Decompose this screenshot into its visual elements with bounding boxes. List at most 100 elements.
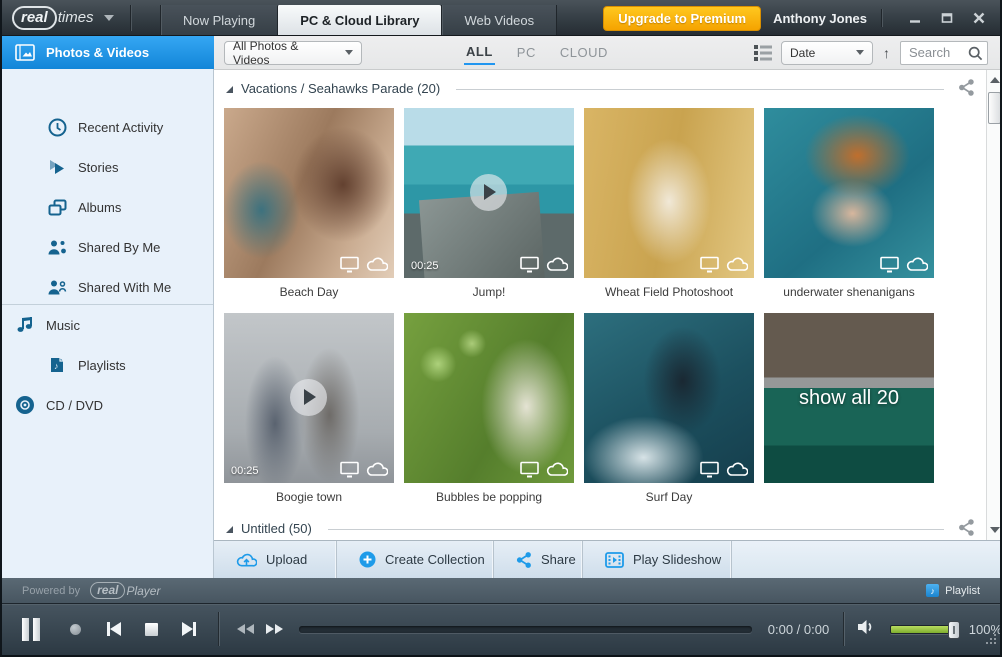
media-tile-jump[interactable]: 00:25 Jump! (404, 108, 574, 305)
collapse-section-icon[interactable] (226, 86, 233, 93)
stop-button[interactable] (145, 623, 158, 636)
video-thumbnail[interactable]: 00:25 (404, 108, 574, 278)
scope-tab-all[interactable]: ALL (464, 40, 495, 65)
share-button[interactable]: Share (494, 541, 583, 578)
player-controls: 0:00 / 0:00 100% (0, 604, 1002, 654)
resize-grip[interactable] (984, 632, 998, 651)
sidebar-item-label: Playlists (78, 358, 126, 373)
cloud-icon (546, 256, 568, 272)
sidebar-item-playlists[interactable]: ♪ Playlists (2, 348, 214, 382)
logo-real: real (12, 6, 57, 30)
upload-button[interactable]: Upload (214, 541, 337, 578)
media-tile-boogie-town[interactable]: 00:25 Boogie town (224, 313, 394, 510)
logo-player: Player (126, 584, 160, 598)
sidebar-item-photos-videos[interactable]: Photos & Videos (2, 36, 214, 69)
photo-thumbnail[interactable] (584, 313, 754, 483)
play-icon[interactable] (470, 174, 507, 211)
close-button[interactable] (966, 8, 992, 28)
sidebar-item-label: Music (46, 318, 80, 333)
list-view-icon[interactable] (753, 44, 773, 61)
show-all-tile[interactable]: show all 20 (764, 313, 934, 510)
play-slideshow-button[interactable]: Play Slideshow (583, 541, 732, 578)
previous-button[interactable] (107, 622, 121, 636)
play-icon[interactable] (290, 379, 327, 416)
media-tile-wheat-field[interactable]: Wheat Field Photoshoot (584, 108, 754, 305)
next-button[interactable] (182, 622, 196, 636)
section-header-vacations: Vacations / Seahawks Parade (20) (214, 70, 986, 100)
filter-dropdown[interactable]: All Photos & Videos (224, 41, 362, 65)
show-all-thumbnail[interactable]: show all 20 (764, 313, 934, 483)
collapse-section-icon[interactable] (226, 526, 233, 533)
scroll-down-icon[interactable] (990, 527, 1000, 533)
scope-tab-pc[interactable]: PC (515, 41, 538, 64)
media-tile-bubbles[interactable]: Bubbles be popping (404, 313, 574, 510)
sidebar-item-shared-with-me[interactable]: Shared With Me (2, 270, 214, 304)
stories-icon (46, 156, 68, 178)
volume-icon[interactable] (856, 618, 876, 641)
share-section-icon[interactable] (958, 79, 976, 97)
scrollbar-thumb[interactable] (988, 92, 1001, 124)
seek-bar[interactable] (299, 626, 752, 633)
record-button[interactable] (70, 624, 81, 635)
chevron-down-icon (104, 15, 114, 21)
share-section-icon[interactable] (958, 519, 976, 537)
photo-thumbnail[interactable] (584, 108, 754, 278)
rewind-button[interactable] (237, 624, 254, 634)
tab-web-videos[interactable]: Web Videos (441, 5, 557, 35)
media-tile-underwater[interactable]: underwater shenanigans (764, 108, 934, 305)
sidebar-item-albums[interactable]: Albums (2, 190, 214, 224)
scope-tab-cloud[interactable]: CLOUD (558, 41, 610, 64)
section-divider (456, 89, 944, 90)
photo-thumbnail[interactable] (224, 108, 394, 278)
upload-cloud-icon (236, 552, 257, 568)
photos-videos-icon (14, 42, 36, 64)
search-icon[interactable] (968, 46, 983, 66)
sidebar-item-cd-dvd[interactable]: CD / DVD (2, 388, 214, 422)
photo-thumbnail[interactable] (764, 108, 934, 278)
media-tile-beach-day[interactable]: Beach Day (224, 108, 394, 305)
upgrade-premium-button[interactable]: Upgrade to Premium (603, 6, 761, 31)
playlist-toggle[interactable]: ♪ Playlist (926, 584, 980, 597)
sidebar-item-shared-by-me[interactable]: Shared By Me (2, 230, 214, 264)
tab-pc-cloud-library[interactable]: PC & Cloud Library (277, 5, 441, 35)
media-tile-surf-day[interactable]: Surf Day (584, 313, 754, 510)
fast-forward-button[interactable] (266, 624, 283, 634)
pc-icon (699, 256, 720, 273)
sort-ascending-icon[interactable]: ↑ (883, 45, 890, 61)
storage-badges (879, 256, 928, 273)
pc-icon (339, 461, 360, 478)
show-all-label[interactable]: show all 20 (764, 387, 934, 410)
playlist-label: Playlist (945, 585, 980, 597)
stop-icon (145, 623, 158, 636)
scroll-up-icon[interactable] (990, 77, 1000, 83)
sidebar-item-label: CD / DVD (46, 398, 103, 413)
share-label: Share (541, 552, 576, 567)
powered-by-label: Powered by (22, 585, 80, 597)
cloud-icon (546, 461, 568, 477)
controls-divider (218, 612, 219, 646)
titlebar-divider (881, 9, 882, 27)
pause-button[interactable] (22, 618, 40, 641)
sidebar-item-stories[interactable]: Stories (2, 150, 214, 184)
content-scrollbar[interactable] (986, 70, 1002, 540)
maximize-button[interactable] (934, 8, 960, 28)
realtimes-logo-menu[interactable]: real times (12, 6, 114, 30)
volume-handle[interactable] (948, 621, 960, 639)
photo-thumbnail[interactable] (404, 313, 574, 483)
create-collection-button[interactable]: Create Collection (337, 541, 494, 578)
library-toolbar: All Photos & Videos ALL PC CLOUD Date ↑ (214, 36, 1002, 70)
shared-with-me-icon (46, 276, 68, 298)
sort-dropdown[interactable]: Date (781, 41, 873, 65)
video-thumbnail[interactable]: 00:25 (224, 313, 394, 483)
sidebar-item-music[interactable]: Music (2, 308, 214, 342)
time-display: 0:00 / 0:00 (768, 622, 829, 637)
minimize-button[interactable] (902, 8, 928, 28)
user-name[interactable]: Anthony Jones (773, 11, 867, 26)
volume-slider[interactable] (890, 625, 959, 634)
photo-caption (764, 483, 934, 510)
sidebar-item-recent-activity[interactable]: Recent Activity (2, 110, 214, 144)
tab-now-playing[interactable]: Now Playing (160, 5, 277, 35)
cloud-icon (726, 461, 748, 477)
sidebar: Photos & Videos Recent Activity Stories (2, 36, 214, 578)
photo-caption: Boogie town (224, 483, 394, 510)
